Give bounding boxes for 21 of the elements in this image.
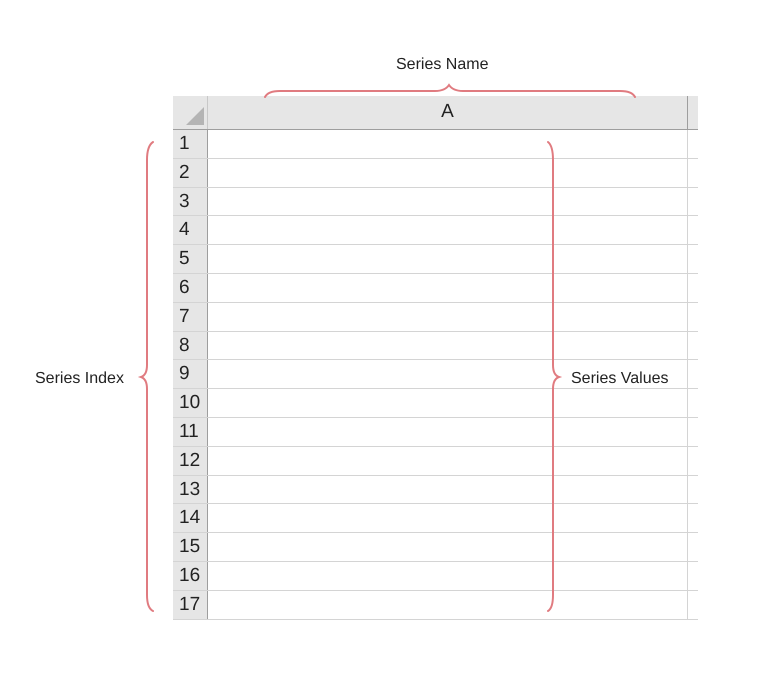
- annotation-label: Series Index: [35, 369, 124, 389]
- annotation-label: Series Values: [571, 369, 669, 389]
- row-header[interactable]: 3: [173, 188, 208, 216]
- row-header[interactable]: 14: [173, 504, 208, 532]
- row-header[interactable]: 16: [173, 562, 208, 590]
- row-header[interactable]: 12: [173, 446, 208, 475]
- row-header[interactable]: 8: [173, 332, 208, 360]
- row-header[interactable]: 7: [173, 302, 208, 331]
- select-all-icon[interactable]: [186, 107, 204, 125]
- row-header[interactable]: 13: [173, 476, 208, 504]
- row-header[interactable]: 5: [173, 245, 208, 273]
- row-header[interactable]: 11: [173, 418, 208, 446]
- row-header[interactable]: 2: [173, 158, 208, 187]
- row-header[interactable]: 10: [173, 389, 208, 417]
- row-header[interactable]: 15: [173, 533, 208, 561]
- row-header[interactable]: 9: [173, 360, 208, 388]
- row-header[interactable]: 1: [173, 130, 208, 158]
- annotation-label: Series Name: [396, 55, 488, 75]
- row-header[interactable]: 17: [173, 590, 208, 619]
- row-header[interactable]: 6: [173, 274, 208, 302]
- row-header[interactable]: 4: [173, 216, 208, 244]
